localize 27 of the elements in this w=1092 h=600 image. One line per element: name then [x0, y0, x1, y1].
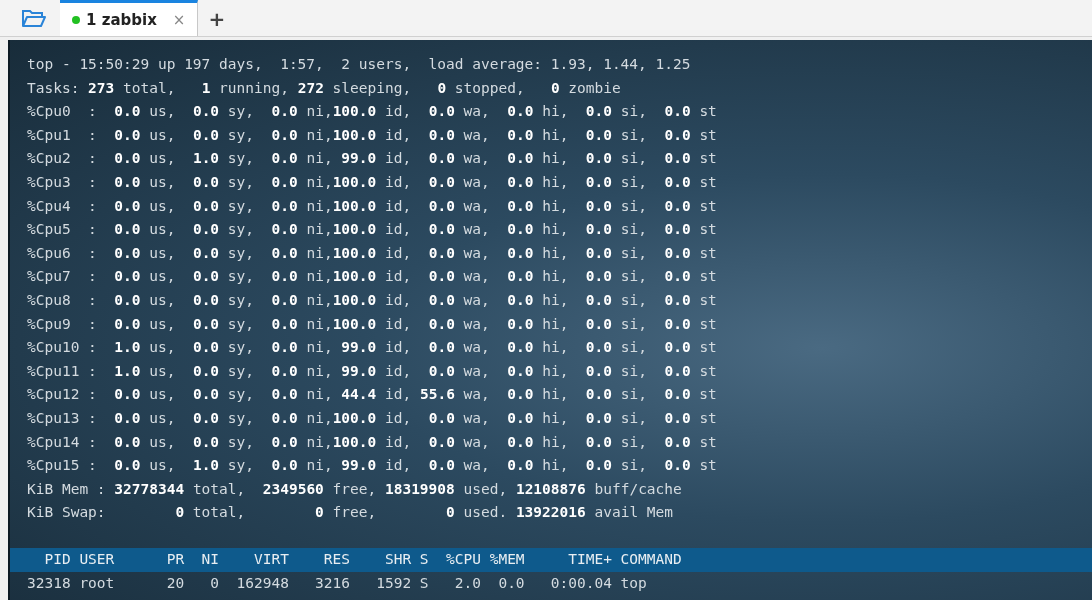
terminal-line: %Cpu11 : 1.0 us, 0.0 sy, 0.0 ni, 99.0 id, 0.0 wa, 0.0 hi, 0.0 si, 0.0 st	[26, 361, 717, 381]
terminal-line: %Cpu4 : 0.0 us, 0.0 sy, 0.0 ni,100.0 id, 0.0 wa, 0.0 hi, 0.0 si, 0.0 st	[26, 196, 717, 216]
terminal-line: top - 15:50:29 up 197 days, 1:57, 2 users, load average: 1.93, 1.44, 1.25	[26, 55, 691, 74]
terminal-line: %Cpu6 : 0.0 us, 0.0 sy, 0.0 ni,100.0 id, 0.0 wa, 0.0 hi, 0.0 si, 0.0 st	[26, 243, 717, 263]
terminal-line: %Cpu15 : 0.0 us, 1.0 sy, 0.0 ni, 99.0 id, 0.0 wa, 0.0 hi, 0.0 si, 0.0 st	[26, 456, 717, 476]
new-tab-button[interactable]: +	[208, 7, 226, 31]
close-icon[interactable]: ×	[172, 10, 186, 29]
terminal-line: %Cpu0 : 0.0 us, 0.0 sy, 0.0 ni,100.0 id, 0.0 wa, 0.0 hi, 0.0 si, 0.0 st	[26, 102, 717, 122]
process-row-text: 32318 root 20 0 162948 3216 1592 S 2.0 0.0 0:00.04 top	[26, 574, 647, 594]
terminal-line: %Cpu1 : 0.0 us, 0.0 sy, 0.0 ni,100.0 id, 0.0 wa, 0.0 hi, 0.0 si, 0.0 st	[26, 125, 717, 145]
terminal-line: %Cpu5 : 0.0 us, 0.0 sy, 0.0 ni,100.0 id, 0.0 wa, 0.0 hi, 0.0 si, 0.0 st	[26, 220, 717, 240]
column-headers: PID USER PR NI VIRT RES SHR S %CPU %MEM TIME+ COMMAND	[43, 550, 682, 570]
terminal-line: %Cpu12 : 0.0 us, 0.0 sy, 0.0 ni, 44.4 id, 55.6 wa, 0.0 hi, 0.0 si, 0.0 st	[26, 385, 717, 405]
terminal-line: KiB Mem : 32778344 total, 2349560 free, 18319908 used, 12108876 buff/cache	[26, 479, 682, 499]
folder-icon[interactable]	[21, 8, 47, 28]
terminal-line: %Cpu13 : 0.0 us, 0.0 sy, 0.0 ni,100.0 id, 0.0 wa, 0.0 hi, 0.0 si, 0.0 st	[26, 408, 717, 428]
terminal-line: %Cpu9 : 0.0 us, 0.0 sy, 0.0 ni,100.0 id, 0.0 wa, 0.0 hi, 0.0 si, 0.0 st	[26, 314, 717, 334]
session-tab[interactable]: 1 zabbix ×	[60, 0, 199, 36]
tab-title: 1 zabbix	[86, 10, 157, 29]
terminal-line: %Cpu2 : 0.0 us, 1.0 sy, 0.0 ni, 99.0 id, 0.0 wa, 0.0 hi, 0.0 si, 0.0 st	[26, 149, 717, 169]
terminal-line: %Cpu3 : 0.0 us, 0.0 sy, 0.0 ni,100.0 id, 0.0 wa, 0.0 hi, 0.0 si, 0.0 st	[26, 172, 717, 192]
terminal-line: %Cpu14 : 0.0 us, 0.0 sy, 0.0 ni,100.0 id, 0.0 wa, 0.0 hi, 0.0 si, 0.0 st	[26, 432, 717, 452]
terminal-line: %Cpu8 : 0.0 us, 0.0 sy, 0.0 ni,100.0 id, 0.0 wa, 0.0 hi, 0.0 si, 0.0 st	[26, 290, 717, 310]
terminal-line: Tasks: 273 total, 1 running, 272 sleeping, 0 stopped, 0 zombie	[26, 78, 621, 98]
terminal-line: %Cpu10 : 1.0 us, 0.0 sy, 0.0 ni, 99.0 id, 0.0 wa, 0.0 hi, 0.0 si, 0.0 st	[26, 338, 717, 358]
terminal-line: %Cpu7 : 0.0 us, 0.0 sy, 0.0 ni,100.0 id, 0.0 wa, 0.0 hi, 0.0 si, 0.0 st	[26, 267, 717, 287]
terminal-line: KiB Swap: 0 total, 0 free, 0 used. 13922016 avail Mem	[26, 503, 674, 523]
